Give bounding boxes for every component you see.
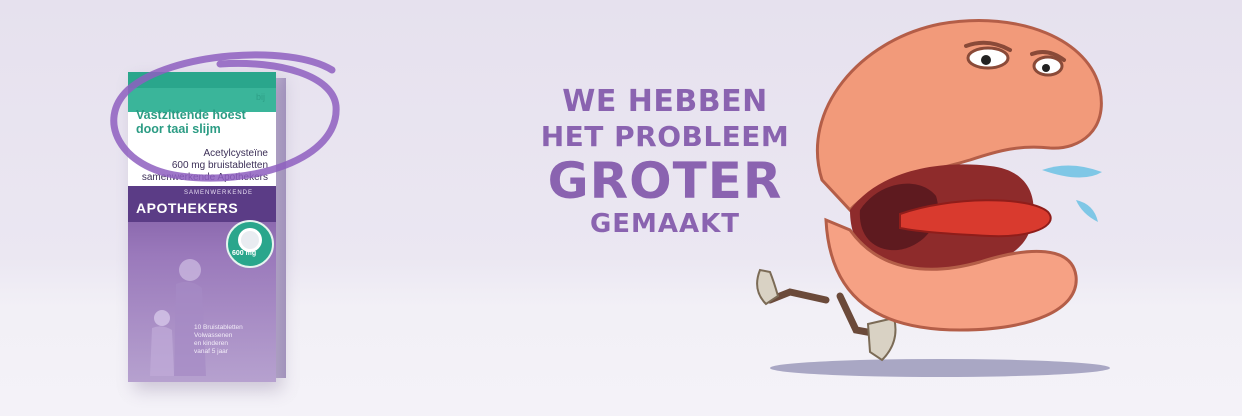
pack-brand: APOTHEKERS	[136, 200, 239, 216]
tablet-badge-icon	[226, 220, 274, 268]
ad-banner: bij Vastzittende hoest door taai slijm A…	[0, 0, 1242, 416]
sweat-drop-icon	[1042, 165, 1102, 178]
pack-note-line: en kinderen	[194, 340, 228, 347]
pack-brand-small: SAMENWERKENDE	[184, 190, 254, 196]
pack-note-line: Volwassenen	[194, 332, 233, 339]
back-shoe	[756, 268, 780, 306]
front-shoe	[866, 316, 897, 362]
sweat-drop-icon	[1076, 200, 1098, 222]
running-mouth-character	[756, 19, 1110, 377]
family-illustration-icon	[150, 259, 206, 376]
character-shadow	[770, 359, 1110, 377]
pack-note: 10 Bruistabletten Volwassenen en kindere…	[194, 324, 270, 356]
circle-highlight	[110, 51, 340, 182]
pack-note-line: 10 Bruistabletten	[194, 324, 243, 331]
pack-note-line: vanaf 5 jaar	[194, 348, 228, 355]
pack-dose: 600 mg	[232, 250, 257, 257]
